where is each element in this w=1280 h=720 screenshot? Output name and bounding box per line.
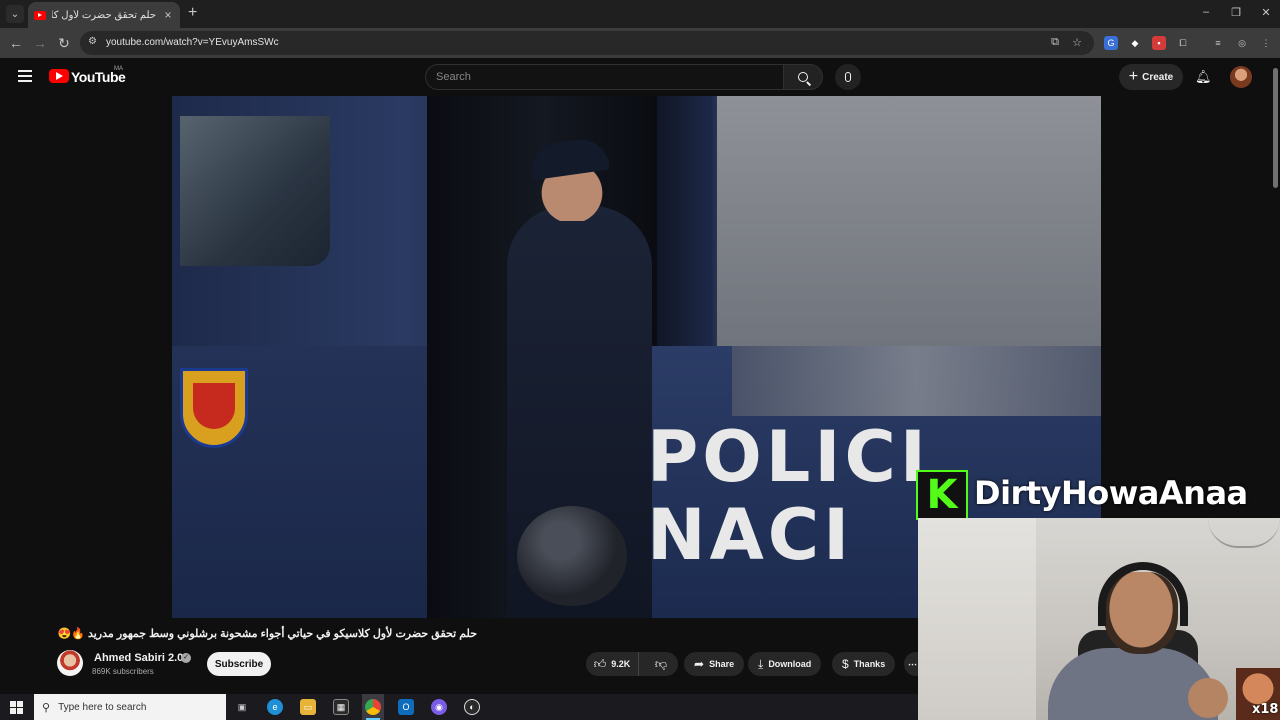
thanks-label: Thanks [853,659,886,669]
webcam-wall [918,518,1036,720]
browser-tab[interactable]: حلم تحقق حضرت لأول كلاسيكو ... × [28,2,180,28]
verified-check-icon: ✓ [181,653,191,663]
police-crest-emblem [180,368,248,448]
like-count: 9.2K [611,659,631,669]
browser-menu-icon[interactable]: ⋮ [1259,36,1273,50]
van-window [180,116,330,266]
search-icon [798,72,808,82]
van-lettering-line2: NACI [647,494,854,576]
taskbar-search-placeholder: Type here to search [58,701,147,713]
taskbar-search-box[interactable]: ⚲ Type here to search [34,694,226,720]
file-explorer-icon[interactable]: ▭ [300,699,316,715]
edge-browser-icon[interactable]: e [267,699,283,715]
plus-icon: + [1128,68,1139,85]
address-bar[interactable]: ⚙ youtube.com/watch?v=YEvuyAmsSWc ⧉ ☆ [80,31,1094,55]
tab-search-button[interactable]: ⌄ [6,5,24,23]
thumbs-down-icon: 👎︎ [654,656,668,671]
create-label: Create [1142,71,1174,83]
download-label: Download [768,659,812,669]
like-button[interactable]: 👍︎ 9.2K [586,652,639,676]
bookmark-star-icon[interactable]: ☆ [1070,36,1084,50]
notifications-bell-icon[interactable]: 🔔︎ [1195,69,1212,84]
media-controls-icon[interactable]: ≡ [1211,36,1225,50]
task-view-icon[interactable]: ▣ [234,699,250,715]
youtube-logo-icon[interactable] [49,69,69,83]
headset-icon [1098,562,1188,626]
more-label: ⋯ [908,658,917,669]
webcam-lamp [1208,518,1280,548]
streamer-name: DirtyHowaAnaa [974,474,1248,512]
profile-icon[interactable]: ◎ [1235,36,1249,50]
dislike-button[interactable]: 👎︎ [644,652,678,676]
forward-arrow-icon[interactable]: → [31,34,49,52]
thumbs-up-icon: 👍︎ [593,656,607,671]
maximize-button[interactable]: ❐ [1226,6,1246,19]
search-input[interactable] [436,71,766,83]
kick-logo-icon: K [916,470,968,520]
windows-taskbar: ⚲ Type here to search ▣ e ▭ ▦ O ◉ ◐ [0,694,918,720]
windows-start-icon[interactable] [10,701,23,714]
search-box[interactable] [425,64,783,90]
microphone-icon [845,72,851,82]
outlook-icon[interactable]: O [398,699,414,715]
country-code: MA [114,66,123,72]
obs-app-icon[interactable]: ◐ [464,699,480,715]
discord-app-icon[interactable]: ◉ [431,699,447,715]
back-arrow-icon[interactable]: ← [7,34,25,52]
video-title: حلم تحقق حضرت لأول كلاسيكو في حياتي أجوا… [57,628,477,640]
url-text: youtube.com/watch?v=YEvuyAmsSWc [106,37,279,48]
download-icon: ⤓ [758,656,764,671]
create-button[interactable]: + Create [1119,64,1183,90]
van-lettering: POLICI NACI [647,418,930,574]
webcam-overlay: x18 [918,518,1280,720]
menu-hamburger-icon[interactable] [18,70,32,82]
red-extension-icon[interactable]: ▪ [1152,36,1166,50]
microsoft-store-icon[interactable]: ▦ [333,699,349,715]
youtube-favicon-icon [34,10,46,20]
minimize-button[interactable]: – [1196,6,1216,18]
van-reflection [732,346,1101,416]
share-button[interactable]: ➦ Share [684,652,745,676]
channel-avatar[interactable] [57,650,83,676]
channel-name[interactable]: Ahmed Sabiri 2.0 [94,652,183,664]
share-arrow-icon: ➦ [694,657,705,671]
subscriber-count: 869K subscribers [92,667,154,676]
officer-helmet [517,506,627,606]
browser-tab-bar: ⌄ حلم تحقق حضرت لأول كلاسيكو ... × + – ❐… [0,0,1280,28]
share-label: Share [709,659,735,669]
van-rear-panel [717,96,1101,346]
voice-search-button[interactable] [835,64,861,90]
youtube-header: YouTube MA + Create 🔔︎ [0,58,1280,96]
site-info-icon[interactable]: ⚙ [88,36,100,48]
more-actions-button[interactable]: ⋯ [904,652,918,676]
account-avatar[interactable] [1230,66,1252,88]
reload-icon[interactable]: ↻ [55,34,73,52]
streamer-name-bar: K DirtyHowaAnaa [916,470,1280,520]
scrollbar-thumb[interactable] [1273,68,1278,188]
search-button[interactable] [783,64,823,90]
diamond-extension-icon[interactable]: ◆ [1128,36,1142,50]
tab-close-icon[interactable]: × [162,8,174,22]
close-window-button[interactable]: ✕ [1256,6,1276,19]
browser-toolbar: ← → ↻ ⚙ youtube.com/watch?v=YEvuyAmsSWc … [0,28,1280,58]
translate-extension-icon[interactable]: G [1104,36,1118,50]
subscribe-button[interactable]: Subscribe [207,652,271,676]
webcam-streamer-hand [1188,678,1228,718]
thanks-dollar-icon: $ [842,657,849,671]
extensions-puzzle-icon[interactable]: ⧠ [1176,36,1190,50]
like-dislike-group: 👍︎ 9.2K 👎︎ [586,652,678,676]
new-tab-button[interactable]: + [188,4,197,22]
download-button[interactable]: ⤓ Download [748,652,822,676]
tab-title: حلم تحقق حضرت لأول كلاسيكو ... [52,9,156,21]
install-app-icon[interactable]: ⧉ [1048,36,1062,50]
van-lettering-line1: POLICI [647,416,930,498]
thanks-button[interactable]: $ Thanks [832,652,896,676]
emote-badge-text: x18 [1252,702,1279,717]
taskbar-search-icon: ⚲ [42,701,51,714]
chrome-browser-icon[interactable] [365,699,381,715]
